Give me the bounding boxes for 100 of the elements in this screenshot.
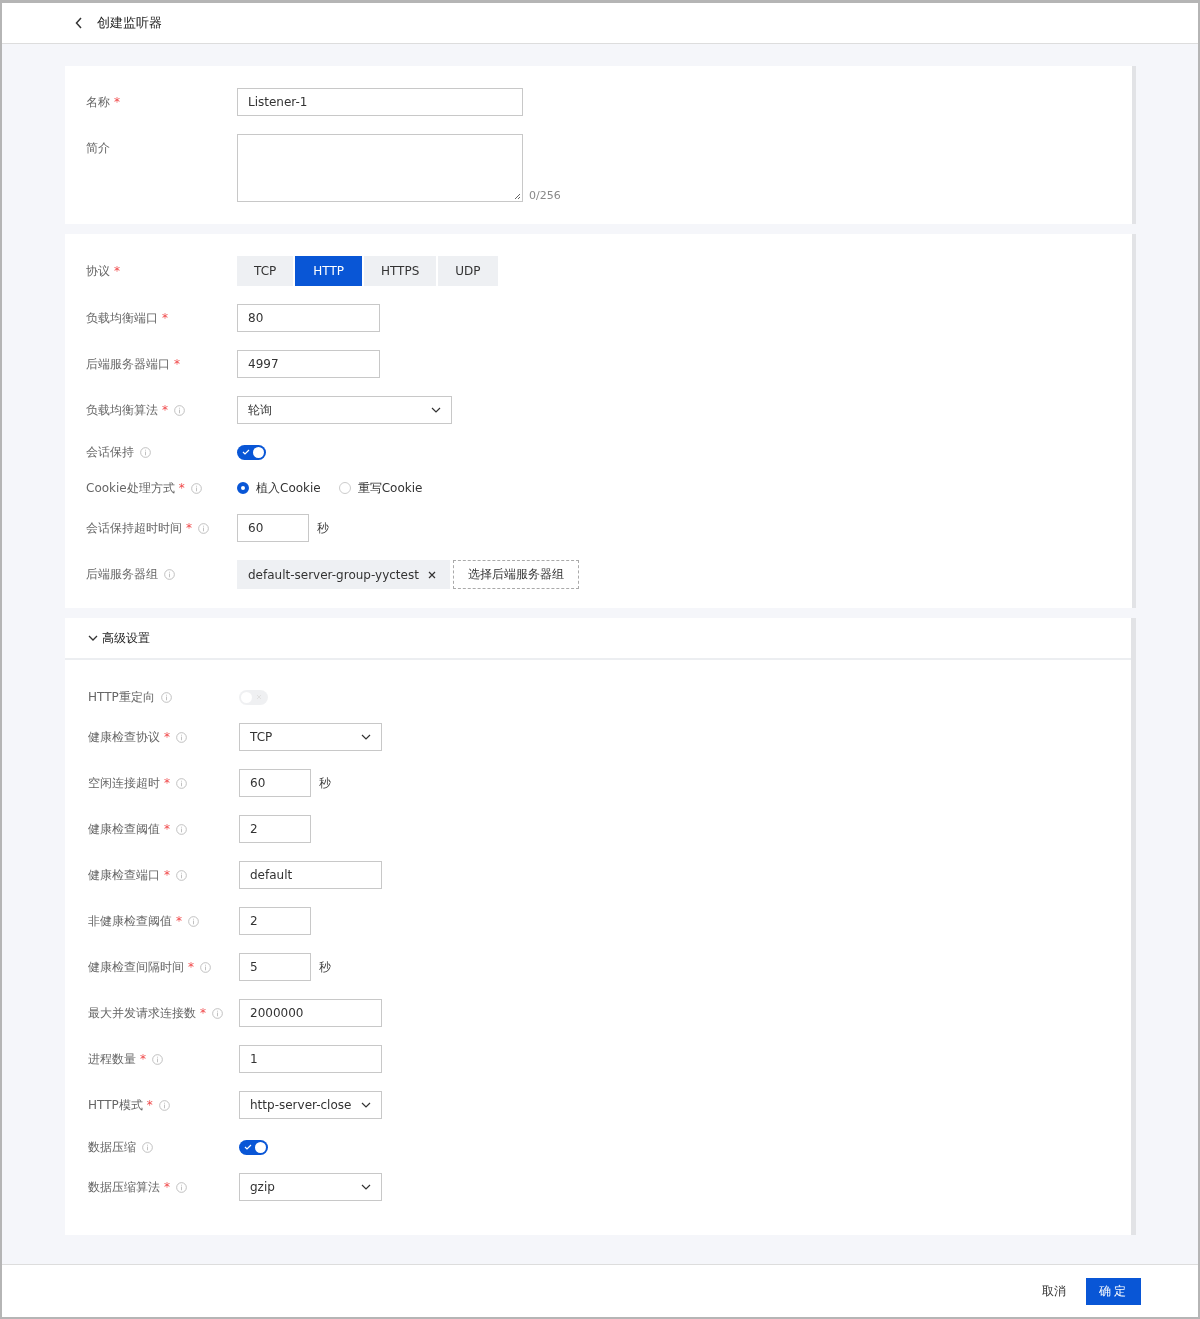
required-mark: *: [164, 776, 170, 790]
info-icon[interactable]: [200, 961, 211, 973]
required-mark: *: [188, 960, 194, 974]
required-mark: *: [162, 403, 168, 417]
info-icon[interactable]: [212, 1007, 223, 1019]
required-mark: *: [186, 521, 192, 535]
required-mark: *: [162, 311, 168, 325]
info-icon[interactable]: [188, 915, 199, 927]
field-label: 数据压缩算法: [88, 1178, 160, 1196]
chevron-icon: [431, 407, 441, 413]
required-mark: *: [140, 1052, 146, 1066]
protocol-tab[interactable]: UDP: [438, 256, 498, 286]
description-field[interactable]: [237, 134, 523, 202]
field-label: 空闲连接超时: [88, 774, 160, 792]
field-label: 健康检查协议: [88, 728, 160, 746]
text-field[interactable]: 4997: [237, 350, 380, 378]
required-mark: *: [114, 264, 120, 278]
required-mark: *: [164, 822, 170, 836]
field-label: 名称: [86, 93, 110, 111]
unit-label: 秒: [319, 958, 331, 976]
field-label: HTTP重定向: [88, 688, 155, 706]
resize-grip-icon[interactable]: [513, 192, 521, 200]
select-field[interactable]: 轮询: [237, 396, 452, 424]
field-label: 健康检查间隔时间: [88, 958, 184, 976]
radio-label[interactable]: 植入Cookie: [256, 479, 321, 497]
text-field[interactable]: 5: [239, 953, 311, 981]
info-icon[interactable]: [142, 1141, 153, 1153]
text-field[interactable]: 2: [239, 907, 311, 935]
radio-button[interactable]: [237, 482, 249, 494]
info-icon[interactable]: [176, 1181, 187, 1193]
page-title: 创建监听器: [97, 14, 162, 32]
field-label: 简介: [86, 140, 110, 157]
required-mark: *: [146, 1098, 153, 1112]
field-label: 会话保持超时时间: [86, 519, 182, 537]
chevron-icon[interactable]: [88, 635, 98, 641]
text-field[interactable]: 1: [239, 1045, 382, 1073]
info-icon[interactable]: [152, 1053, 163, 1065]
required-mark: *: [164, 730, 170, 744]
text-field[interactable]: Listener-1: [237, 88, 523, 116]
info-icon[interactable]: [158, 1099, 170, 1111]
field-label: 会话保持: [86, 443, 134, 461]
toggle-switch[interactable]: [237, 444, 266, 460]
check-icon: [244, 1144, 252, 1150]
radio-label[interactable]: 重写Cookie: [357, 479, 423, 497]
info-icon[interactable]: [174, 404, 185, 416]
required-mark: *: [178, 481, 185, 495]
protocol-tab[interactable]: HTTPS: [363, 256, 437, 286]
protocol-tab[interactable]: TCP: [237, 256, 294, 286]
text-field[interactable]: 2: [239, 815, 311, 843]
unit-label: 秒: [319, 774, 331, 792]
info-icon[interactable]: [176, 777, 187, 789]
chevron-icon: [361, 734, 371, 740]
cancel-button[interactable]: 取消: [1042, 1282, 1066, 1300]
required-mark: *: [114, 95, 120, 109]
field-label: 协议: [86, 262, 110, 280]
chevron-icon: [361, 1102, 371, 1108]
text-field[interactable]: 2000000: [239, 999, 382, 1027]
text-field[interactable]: 80: [237, 304, 380, 332]
info-icon[interactable]: [198, 522, 209, 534]
close-icon[interactable]: [427, 570, 436, 579]
text-field[interactable]: 60: [239, 769, 311, 797]
field-label: 负载均衡端口: [86, 309, 158, 327]
field-label: 健康检查阈值: [88, 820, 160, 838]
select-field[interactable]: TCP: [239, 723, 382, 751]
select-field[interactable]: http-server-close: [239, 1091, 382, 1119]
chevron-icon: [361, 1184, 371, 1190]
required-mark: *: [164, 1180, 170, 1194]
field-label: 非健康检查阈值: [88, 912, 172, 930]
field-label: 后端服务器组: [86, 566, 158, 583]
field-label: 后端服务器端口: [86, 355, 170, 373]
field-label: 进程数量: [88, 1050, 136, 1068]
required-mark: *: [164, 868, 170, 882]
select-server-group-button[interactable]: 选择后端服务器组: [452, 560, 579, 589]
info-icon[interactable]: [176, 869, 187, 881]
required-mark: *: [176, 914, 182, 928]
field-label: 负载均衡算法: [86, 401, 158, 419]
info-icon[interactable]: [190, 482, 202, 494]
text-field[interactable]: default: [239, 861, 382, 889]
unit-label: 秒: [317, 519, 329, 537]
confirm-button[interactable]: 确定: [1086, 1277, 1141, 1305]
text-field[interactable]: 60: [237, 514, 309, 542]
select-field[interactable]: gzip: [239, 1173, 382, 1201]
tag-text: default-server-group-yyctest: [248, 567, 419, 582]
character-counter: 0/256: [529, 189, 561, 202]
field-label: 数据压缩: [88, 1138, 136, 1156]
protocol-tab[interactable]: HTTP: [295, 256, 362, 286]
check-icon: [242, 449, 250, 455]
field-label: 健康检查端口: [88, 866, 160, 884]
info-icon[interactable]: [164, 569, 175, 580]
required-mark: *: [174, 357, 180, 371]
field-label: HTTP模式: [88, 1096, 143, 1114]
required-mark: *: [200, 1006, 206, 1020]
info-icon[interactable]: [176, 731, 187, 743]
field-label: 最大并发请求连接数: [88, 1004, 196, 1022]
info-icon[interactable]: [176, 823, 187, 835]
back-icon[interactable]: [75, 17, 83, 29]
field-label: Cookie处理方式: [86, 479, 175, 497]
toggle-switch[interactable]: [239, 1139, 268, 1155]
info-icon[interactable]: [140, 446, 151, 458]
section-title[interactable]: 高级设置: [102, 629, 150, 647]
